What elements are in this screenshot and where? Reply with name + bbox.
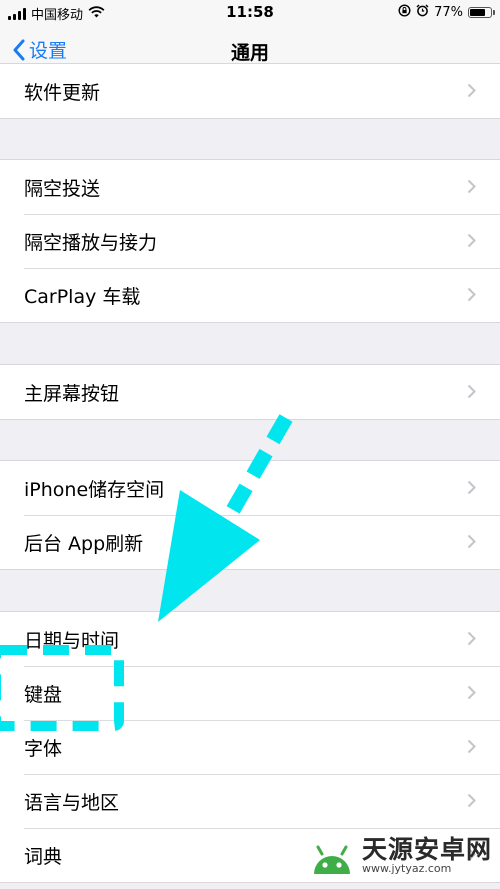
page-title: 通用 <box>230 42 269 64</box>
watermark-title: 天源安卓网 <box>362 835 493 864</box>
orientation-lock-icon <box>398 4 411 21</box>
row-label: 日期与时间 <box>24 630 120 652</box>
row-label: 字体 <box>24 738 63 760</box>
chevron-right-icon <box>467 233 476 248</box>
row-carplay[interactable]: CarPlay 车载 <box>0 268 500 322</box>
row-software-update[interactable]: 软件更新 <box>0 64 500 118</box>
row-label: 语言与地区 <box>24 792 120 814</box>
row-label: 软件更新 <box>24 82 101 104</box>
chevron-right-icon <box>467 534 476 549</box>
row-airdrop[interactable]: 隔空投送 <box>0 160 500 214</box>
row-label: 键盘 <box>24 684 63 706</box>
chevron-right-icon <box>467 685 476 700</box>
watermark: 天源安卓网 www.jytyaz.com <box>308 834 492 878</box>
row-airplay-handoff[interactable]: 隔空播放与接力 <box>0 214 500 268</box>
settings-group-home-button: 主屏幕按钮 <box>0 364 500 420</box>
row-background-app-refresh[interactable]: 后台 App刷新 <box>0 515 500 569</box>
chevron-right-icon <box>467 287 476 302</box>
row-label: 隔空投送 <box>24 178 101 200</box>
status-right: 77% <box>398 4 495 21</box>
row-iphone-storage[interactable]: iPhone储存空间 <box>0 461 500 515</box>
chevron-right-icon <box>467 480 476 495</box>
chevron-right-icon <box>467 179 476 194</box>
chevron-right-icon <box>467 384 476 399</box>
row-label: 词典 <box>24 846 63 868</box>
row-label: 隔空播放与接力 <box>24 232 158 254</box>
watermark-text: 天源安卓网 www.jytyaz.com <box>362 837 492 875</box>
settings-group-storage: iPhone储存空间 后台 App刷新 <box>0 460 500 570</box>
settings-group-software: 软件更新 <box>0 63 500 119</box>
battery-icon <box>468 7 495 18</box>
chevron-right-icon <box>467 739 476 754</box>
chevron-right-icon <box>467 631 476 646</box>
status-bar: 中国移动 11:58 77% <box>0 0 500 26</box>
row-fonts[interactable]: 字体 <box>0 720 500 774</box>
row-language-region[interactable]: 语言与地区 <box>0 774 500 828</box>
row-label: iPhone储存空间 <box>24 479 165 501</box>
row-label: 后台 App刷新 <box>24 533 144 555</box>
row-label: 主屏幕按钮 <box>24 383 120 405</box>
row-label: CarPlay 车载 <box>24 286 141 308</box>
row-home-button[interactable]: 主屏幕按钮 <box>0 365 500 419</box>
watermark-url: www.jytyaz.com <box>362 862 452 875</box>
row-date-time[interactable]: 日期与时间 <box>0 612 500 666</box>
row-keyboard[interactable]: 键盘 <box>0 666 500 720</box>
battery-percent: 77% <box>434 5 463 20</box>
chevron-right-icon <box>467 83 476 98</box>
chevron-right-icon <box>467 793 476 808</box>
settings-group-continuity: 隔空投送 隔空播放与接力 CarPlay 车载 <box>0 159 500 323</box>
alarm-icon <box>416 4 429 21</box>
android-logo-icon <box>314 845 350 874</box>
